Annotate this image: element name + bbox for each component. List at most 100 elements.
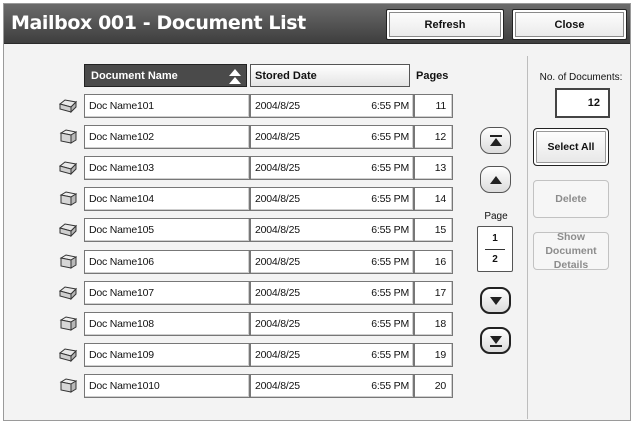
stored-date-cell[interactable]: 2004/8/25 6:55 PM (250, 125, 414, 150)
pages-cell[interactable]: 12 (414, 125, 453, 150)
scroll-to-top-icon (489, 134, 502, 146)
document-box-icon (59, 378, 77, 393)
document-name: Doc Name103 (89, 162, 154, 175)
stored-date-cell[interactable]: 2004/8/25 6:55 PM (250, 280, 414, 305)
table-row[interactable]: Doc Name103 2004/8/25 6:55 PM 13 (4, 156, 464, 181)
scroll-bottom-button[interactable] (480, 327, 511, 354)
scroll-top-button[interactable] (480, 127, 511, 154)
pages-cell[interactable]: 17 (414, 280, 453, 305)
stored-date: 2004/8/25 (255, 100, 300, 112)
table-row[interactable]: Doc Name107 2004/8/25 6:55 PM 17 (4, 280, 464, 305)
document-name-cell[interactable]: Doc Name108 (84, 311, 250, 336)
stored-date: 2004/8/25 (255, 317, 300, 330)
table-row[interactable]: Doc Name106 2004/8/25 6:55 PM 16 (4, 249, 464, 274)
stored-time: 6:55 PM (371, 100, 409, 112)
select-all-button[interactable]: Select All (533, 128, 609, 166)
document-name: Doc Name106 (89, 255, 154, 268)
document-open-icon (59, 348, 77, 362)
stored-date-cell[interactable]: 2004/8/25 6:55 PM (250, 156, 414, 181)
document-name: Doc Name108 (89, 317, 154, 330)
pages-cell[interactable]: 19 (414, 342, 453, 367)
stored-time: 6:55 PM (371, 162, 409, 175)
table-row[interactable]: Doc Name101 2004/8/25 6:55 PM 11 (4, 94, 464, 118)
table-row[interactable]: Doc Name1010 2004/8/25 6:55 PM 20 (4, 373, 464, 398)
page-count: 11 (435, 100, 447, 112)
stored-time: 6:55 PM (371, 348, 409, 361)
pages-cell[interactable]: 20 (414, 373, 453, 398)
table-row[interactable]: Doc Name105 2004/8/25 6:55 PM 15 (4, 218, 464, 243)
page-count: 17 (434, 286, 446, 299)
document-name: Doc Name107 (89, 286, 154, 299)
document-open-icon (59, 286, 77, 300)
scroll-down-button[interactable] (480, 287, 511, 314)
show-document-details-button[interactable]: Show Document Details (533, 231, 609, 271)
document-name-cell[interactable]: Doc Name107 (84, 280, 250, 305)
pages-cell[interactable]: 18 (414, 311, 453, 336)
stored-date: 2004/8/25 (255, 348, 300, 361)
document-name: Doc Name101 (89, 100, 154, 112)
table-row[interactable]: Doc Name102 2004/8/25 6:55 PM 12 (4, 125, 464, 150)
stored-date: 2004/8/25 (255, 162, 300, 175)
page-separator (485, 249, 505, 250)
document-open-icon (59, 223, 77, 238)
document-open-icon (59, 99, 77, 113)
stored-time: 6:55 PM (371, 379, 409, 392)
stored-date: 2004/8/25 (255, 379, 300, 392)
page-count: 15 (434, 224, 446, 237)
document-name-cell[interactable]: Doc Name102 (84, 125, 250, 150)
refresh-button[interactable]: Refresh (386, 9, 504, 40)
pages-cell[interactable]: 13 (414, 156, 453, 181)
title-bar: Mailbox 001 - Document List Refresh Clos… (4, 4, 630, 44)
document-name-cell[interactable]: Doc Name103 (84, 156, 250, 181)
column-header-label: Stored Date (255, 69, 317, 82)
stored-date-cell[interactable]: 2004/8/25 6:55 PM (250, 218, 414, 243)
table-row[interactable]: Doc Name104 2004/8/25 6:55 PM 14 (4, 187, 464, 212)
document-name-cell[interactable]: Doc Name106 (84, 249, 250, 274)
panel-divider (527, 56, 528, 419)
scroll-up-button[interactable] (480, 166, 511, 193)
stored-date-cell[interactable]: 2004/8/25 6:55 PM (250, 249, 414, 274)
page-count: 18 (434, 317, 446, 330)
pages-cell[interactable]: 16 (414, 249, 453, 274)
document-name-cell[interactable]: Doc Name1010 (84, 373, 250, 398)
column-header-pages: Pages (416, 69, 449, 82)
stored-time: 6:55 PM (371, 131, 409, 144)
stored-date-cell[interactable]: 2004/8/25 6:55 PM (250, 373, 414, 398)
pages-cell[interactable]: 11 (414, 94, 453, 118)
stored-date-cell[interactable]: 2004/8/25 6:55 PM (250, 311, 414, 336)
document-name-cell[interactable]: Doc Name101 (84, 94, 250, 118)
page-label: Page (484, 211, 508, 222)
document-list-screen: Mailbox 001 - Document List Refresh Clos… (3, 3, 631, 421)
stored-time: 6:55 PM (371, 286, 409, 299)
pages-cell[interactable]: 15 (414, 218, 453, 243)
stored-time: 6:55 PM (371, 193, 409, 206)
document-open-icon (59, 161, 77, 176)
pages-cell[interactable]: 14 (414, 187, 453, 212)
stored-date: 2004/8/25 (255, 255, 300, 268)
page-count: 16 (434, 255, 446, 268)
stored-time: 6:55 PM (371, 224, 409, 237)
page-indicator: 1 2 (477, 226, 513, 272)
stored-date: 2004/8/25 (255, 193, 300, 206)
document-name-cell[interactable]: Doc Name104 (84, 187, 250, 212)
document-name: Doc Name1010 (89, 379, 160, 392)
stored-date-cell[interactable]: 2004/8/25 6:55 PM (250, 94, 414, 118)
page-count: 20 (434, 379, 446, 392)
column-header-document-name[interactable]: Document Name (84, 64, 247, 87)
delete-button[interactable]: Delete (533, 180, 609, 218)
current-page: 1 (492, 233, 498, 244)
page-count: 19 (434, 348, 446, 361)
page-count: 12 (434, 131, 446, 144)
page-count: 13 (434, 162, 446, 175)
document-name: Doc Name105 (89, 224, 154, 237)
document-box-icon (59, 191, 77, 207)
document-name-cell[interactable]: Doc Name109 (84, 342, 250, 367)
stored-date: 2004/8/25 (255, 286, 300, 299)
document-name-cell[interactable]: Doc Name105 (84, 218, 250, 243)
column-header-stored-date[interactable]: Stored Date (250, 64, 410, 87)
close-button[interactable]: Close (512, 9, 627, 40)
table-row[interactable]: Doc Name109 2004/8/25 6:55 PM 19 (4, 342, 464, 367)
table-row[interactable]: Doc Name108 2004/8/25 6:55 PM 18 (4, 311, 464, 336)
stored-date-cell[interactable]: 2004/8/25 6:55 PM (250, 342, 414, 367)
stored-date-cell[interactable]: 2004/8/25 6:55 PM (250, 187, 414, 212)
